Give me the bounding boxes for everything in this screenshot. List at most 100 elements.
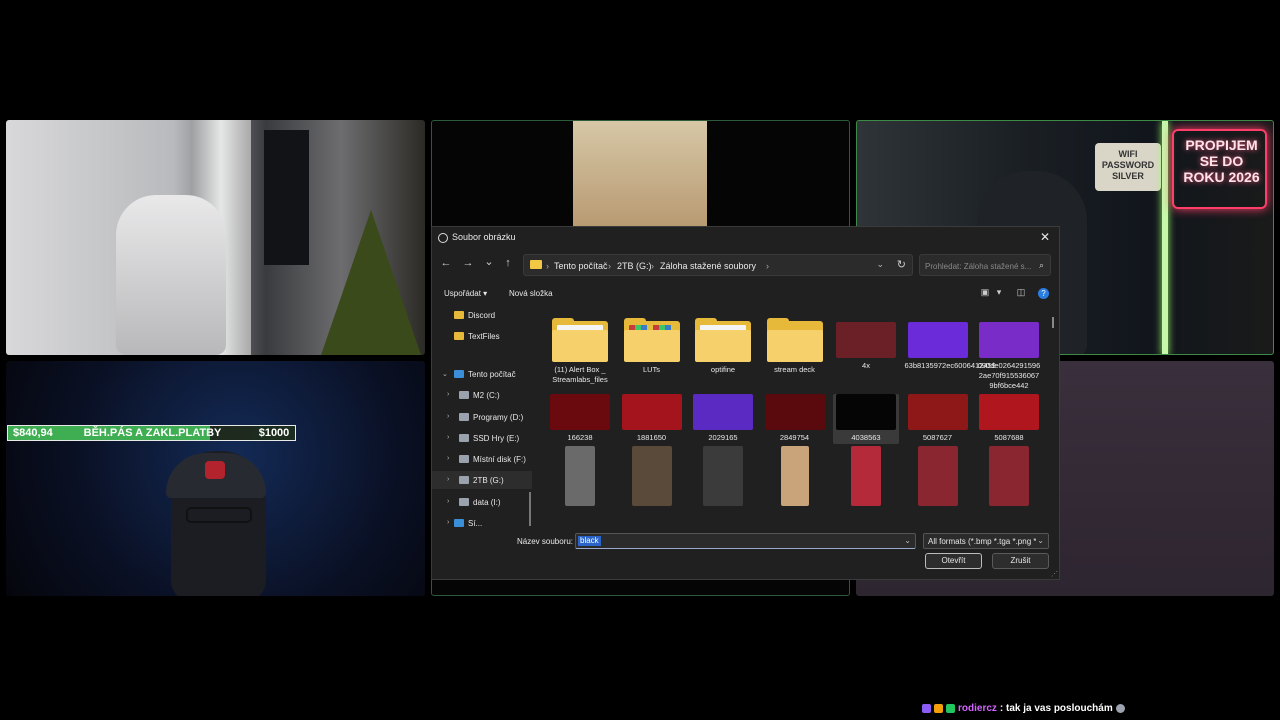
image-thumbnail: [907, 322, 968, 358]
breadcrumb-item[interactable]: 2TB (G:): [617, 261, 652, 271]
image-file-item[interactable]: [905, 446, 971, 512]
image-file-item[interactable]: 2029165: [690, 394, 756, 444]
nav-item[interactable]: › data (I:): [432, 493, 532, 511]
folder-icon: [454, 332, 464, 340]
new-folder-button[interactable]: Nová složka: [509, 289, 553, 298]
dialog-footer: Název souboru: black ⌄ All formats (*.bm…: [432, 533, 1059, 579]
chevron-right-icon[interactable]: ›: [447, 476, 449, 483]
image-file-item[interactable]: [619, 446, 685, 512]
wifi-sign: WIFI PASSWORD SILVER: [1095, 143, 1161, 191]
resize-grip-icon[interactable]: ⋰: [1051, 570, 1058, 578]
drive-icon: [459, 476, 469, 484]
filetype-value: All formats (*.bmp *.tga *.png *: [928, 537, 1036, 546]
image-file-item[interactable]: [762, 446, 828, 512]
drive-icon: [459, 434, 469, 442]
image-file-item[interactable]: 1881650: [619, 394, 685, 444]
image-file-item[interactable]: 4x: [833, 316, 899, 392]
up-arrow-icon[interactable]: ↑: [501, 257, 515, 269]
image-file-item[interactable]: 4038563: [833, 394, 899, 444]
cancel-button[interactable]: Zrušit: [992, 553, 1049, 569]
file-name: stream deck: [774, 365, 815, 374]
nav-item[interactable]: › M2 (C:): [432, 386, 532, 404]
nav-item[interactable]: Discord: [432, 306, 532, 324]
chevron-right-icon[interactable]: ›: [447, 455, 449, 462]
organize-button[interactable]: Uspořádat ▾: [444, 289, 487, 298]
image-thumbnail: [780, 446, 809, 506]
drive-icon: [459, 498, 469, 506]
image-file-item[interactable]: 5087688: [976, 394, 1042, 444]
filename-value: black: [578, 536, 601, 546]
recent-locations-icon[interactable]: ⌄: [482, 255, 496, 268]
folder-item[interactable]: optifine: [690, 316, 756, 392]
chevron-down-icon[interactable]: ▾: [993, 287, 1005, 298]
nav-item[interactable]: › 2TB (G:): [432, 471, 532, 489]
filename-input[interactable]: black ⌄: [575, 533, 916, 549]
chat-message: rodiercz : tak ja vas poslouchám: [922, 703, 1125, 714]
chevron-right-icon[interactable]: ›: [447, 391, 449, 398]
network-icon: [454, 519, 464, 527]
image-file-item[interactable]: 166238: [547, 394, 613, 444]
image-thumbnail: [836, 394, 896, 430]
search-input[interactable]: Prohledat: Záloha stažené s... ⌕: [919, 254, 1051, 276]
chevron-right-icon[interactable]: ›: [447, 434, 449, 441]
breadcrumb-item[interactable]: Tento počítač: [554, 261, 608, 271]
help-icon[interactable]: ?: [1038, 288, 1049, 299]
nav-item[interactable]: TextFiles: [432, 327, 532, 345]
image-thumbnail: [989, 446, 1029, 506]
breadcrumb-item[interactable]: Záloha stažené soubory: [660, 261, 756, 271]
image-thumbnail: [851, 446, 881, 506]
stream-layout: WIFI PASSWORD SILVER PROPIJEM SE DO ROKU…: [0, 0, 1280, 720]
image-file-item[interactable]: 5087627: [905, 394, 971, 444]
nav-item[interactable]: › Sí...: [432, 514, 532, 527]
folder-icon: [530, 260, 542, 269]
nav-item-label: Místní disk (F:): [473, 455, 526, 464]
chevron-right-icon: ›: [651, 261, 654, 271]
nav-item[interactable]: › SSD Hry (E:): [432, 429, 532, 447]
image-file-item[interactable]: 63b8135972ec6006412459: [905, 316, 996, 392]
nav-item[interactable]: ⌄ Tento počítač: [432, 365, 532, 383]
nav-item-label: SSD Hry (E:): [473, 434, 520, 443]
folder-icon: [552, 318, 608, 362]
chevron-right-icon[interactable]: ›: [447, 413, 449, 420]
image-file-item[interactable]: 090de0264291596 2ae70f915536067 9bf6bce4…: [976, 316, 1042, 392]
file-name: 166238: [567, 433, 593, 442]
image-file-item[interactable]: [690, 446, 756, 512]
chat-username: rodiercz: [958, 703, 997, 714]
chat-text: : tak ja vas poslouchám: [999, 703, 1113, 714]
nav-item[interactable]: › Místní disk (F:): [432, 450, 532, 468]
filetype-select[interactable]: All formats (*.bmp *.tga *.png * ⌄: [923, 533, 1049, 549]
chevron-right-icon[interactable]: ›: [447, 498, 449, 505]
refresh-icon[interactable]: ↻: [897, 258, 906, 271]
file-name: 090de0264291596 2ae70f915536067 9bf6bce4…: [977, 361, 1041, 390]
search-placeholder: Prohledat: Záloha stažené s...: [925, 262, 1032, 271]
file-grid: (11) Alert Box _ Streamlabs_files LUTs opt…: [547, 316, 1052, 527]
file-open-dialog: Soubor obrázku ✕ ← → ⌄ ↑ › Tento počítač…: [431, 226, 1060, 580]
image-file-item[interactable]: 2849754: [762, 394, 828, 444]
chevron-down-icon[interactable]: ⌄: [904, 536, 911, 545]
nav-item-label: 2TB (G:): [473, 476, 504, 485]
file-grid-scrollbar[interactable]: [1052, 317, 1054, 328]
navigation-scrollbar[interactable]: [529, 492, 531, 526]
image-thumbnail: [979, 322, 1039, 358]
view-mode-icon[interactable]: ▣: [979, 287, 991, 298]
image-file-item[interactable]: [547, 446, 613, 512]
image-file-item[interactable]: [833, 446, 899, 512]
preview-pane-icon[interactable]: ◫: [1015, 287, 1027, 298]
folder-item[interactable]: stream deck: [762, 316, 828, 392]
folder-item[interactable]: LUTs: [619, 316, 685, 392]
command-bar: Uspořádat ▾ Nová složka ▣ ▾ ◫ ?: [432, 286, 1059, 302]
open-button[interactable]: Otevřít: [925, 553, 982, 569]
nav-item[interactable]: › Programy (D:): [432, 408, 532, 426]
chevron-down-icon[interactable]: ⌄: [442, 370, 448, 378]
folder-item[interactable]: (11) Alert Box _ Streamlabs_files: [547, 316, 613, 392]
close-icon[interactable]: ✕: [1037, 230, 1053, 244]
back-arrow-icon[interactable]: ←: [439, 257, 453, 269]
donation-goal-bar: $840,94 BĚH.PÁS A ZAKL.PLATBY $1000: [7, 425, 296, 441]
address-bar[interactable]: › Tento počítač › 2TB (G:) › Záloha staž…: [523, 254, 913, 276]
chevron-down-icon[interactable]: ⌄: [876, 259, 884, 270]
forward-arrow-icon[interactable]: →: [461, 257, 475, 269]
dialog-titlebar[interactable]: Soubor obrázku ✕: [432, 227, 1059, 249]
chevron-right-icon[interactable]: ›: [447, 519, 449, 526]
chevron-down-icon: ⌄: [1037, 536, 1044, 545]
image-file-item[interactable]: [976, 446, 1042, 512]
